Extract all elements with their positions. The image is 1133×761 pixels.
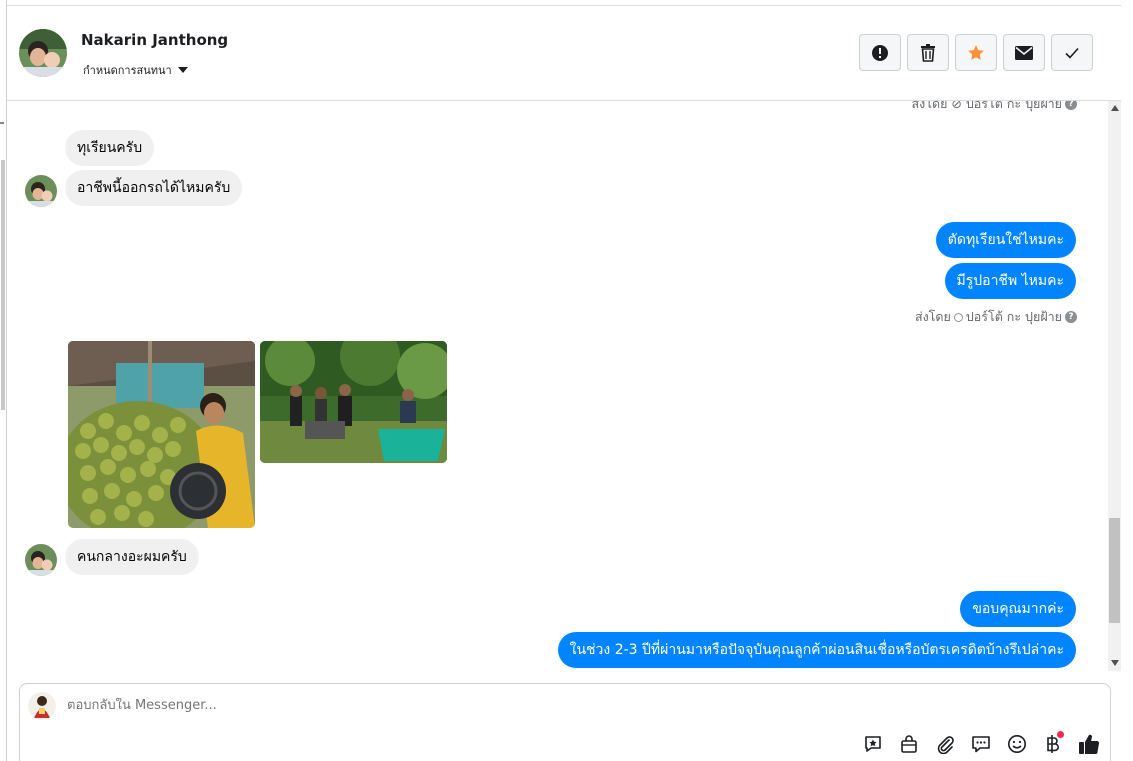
emoji-button[interactable]: [1006, 733, 1028, 755]
page-icon: [953, 312, 963, 322]
check-icon: [1065, 47, 1079, 59]
contact-name[interactable]: Nakarin Janthong: [81, 31, 228, 49]
reply-composer: [19, 683, 1111, 761]
sent-by-names: ปอร์โต้ กะ ปุยฝ้าย: [965, 309, 1062, 324]
scroll-down-arrow-icon[interactable]: [1111, 660, 1119, 666]
star-button[interactable]: [955, 34, 997, 71]
conversation-settings-label: กำหนดการสนทนา: [83, 64, 172, 77]
trash-icon: [921, 43, 935, 62]
shop-button[interactable]: [898, 733, 920, 755]
reply-input[interactable]: [67, 698, 867, 713]
mark-unread-button[interactable]: [1003, 34, 1045, 71]
conversation-header: Nakarin Janthong กำหนดการสนทนา: [7, 6, 1121, 101]
saved-reply-button[interactable]: [862, 733, 884, 755]
report-icon: [872, 44, 888, 61]
mail-icon: [1015, 45, 1033, 60]
message-outgoing[interactable]: ขอบคุณมากค่ะ: [960, 591, 1076, 627]
like-button[interactable]: [1078, 733, 1100, 755]
message-outgoing[interactable]: มีรูปอาชีพ ไหมคะ: [944, 263, 1076, 299]
sent-by-label: ส่งโดย: [914, 309, 951, 324]
scroll-up-arrow-icon[interactable]: [1111, 105, 1119, 111]
message-thread[interactable]: ส่งโดย ⊘ ปอร์โต้ กะ ปุยฝ้าย ? ทุเรียนครั…: [7, 101, 1121, 671]
conversation-settings-dropdown[interactable]: กำหนดการสนทนา: [83, 61, 188, 79]
attachment-icon: [937, 736, 954, 754]
delete-button[interactable]: [907, 34, 949, 71]
sent-by-text-top: ส่งโดย ⊘ ปอร์โต้ กะ ปุยฝ้าย: [911, 101, 1062, 111]
message-incoming[interactable]: อาชีพนี้ออกรถได้ไหมครับ: [65, 170, 243, 206]
thread-scrollbar[interactable]: [1108, 101, 1121, 671]
like-icon: [1079, 734, 1100, 754]
report-spam-button[interactable]: [859, 34, 901, 71]
caret-down-icon: [177, 67, 188, 73]
saved-reply-icon: [865, 736, 881, 752]
photo-workers-orchard[interactable]: [260, 341, 447, 463]
contact-avatar-small: [25, 544, 57, 576]
quick-replies-button[interactable]: [970, 733, 992, 755]
messenger-window: Nakarin Janthong กำหนดการสนทนา ส่งโดย ⊘ …: [0, 0, 1133, 761]
notification-dot: [1057, 731, 1064, 738]
help-icon[interactable]: ?: [1065, 311, 1077, 323]
attach-button[interactable]: [934, 733, 956, 755]
left-scrollbar[interactable]: [1, 160, 5, 410]
contact-avatar[interactable]: [19, 29, 67, 77]
mark-done-button[interactable]: [1051, 34, 1093, 71]
composer-tools: [862, 731, 1100, 755]
message-outgoing[interactable]: ตัดทุเรียนใช่ไหมคะ: [935, 222, 1076, 258]
sent-by-note: ส่งโดย ปอร์โต้ กะ ปุยฝ้าย ?: [915, 307, 1077, 327]
sent-by-note-top: ส่งโดย ⊘ ปอร์โต้ กะ ปุยฝ้าย ?: [912, 101, 1077, 114]
page-avatar: [28, 692, 56, 720]
payment-button[interactable]: [1042, 731, 1064, 755]
shop-icon: [901, 735, 917, 753]
message-incoming[interactable]: คนกลางอะผมครับ: [65, 539, 199, 575]
photo-durian-pile[interactable]: [68, 341, 255, 528]
panel-marker: [0, 122, 4, 124]
emoji-icon: [1008, 735, 1026, 753]
message-outgoing[interactable]: ในช่วง 2-3 ปีที่ผ่านมาหรือปัจจุบันคุณลูก…: [557, 632, 1076, 668]
header-actions: [859, 34, 1093, 71]
left-panel-edge: [0, 0, 7, 761]
contact-avatar-small: [25, 175, 57, 207]
chat-bubble-icon: [972, 736, 990, 753]
message-incoming[interactable]: ทุเรียนครับ: [65, 130, 155, 166]
scrollbar-thumb[interactable]: [1109, 518, 1120, 623]
star-icon: [968, 44, 984, 60]
right-gutter: [1121, 0, 1133, 761]
help-icon[interactable]: ?: [1065, 101, 1077, 110]
